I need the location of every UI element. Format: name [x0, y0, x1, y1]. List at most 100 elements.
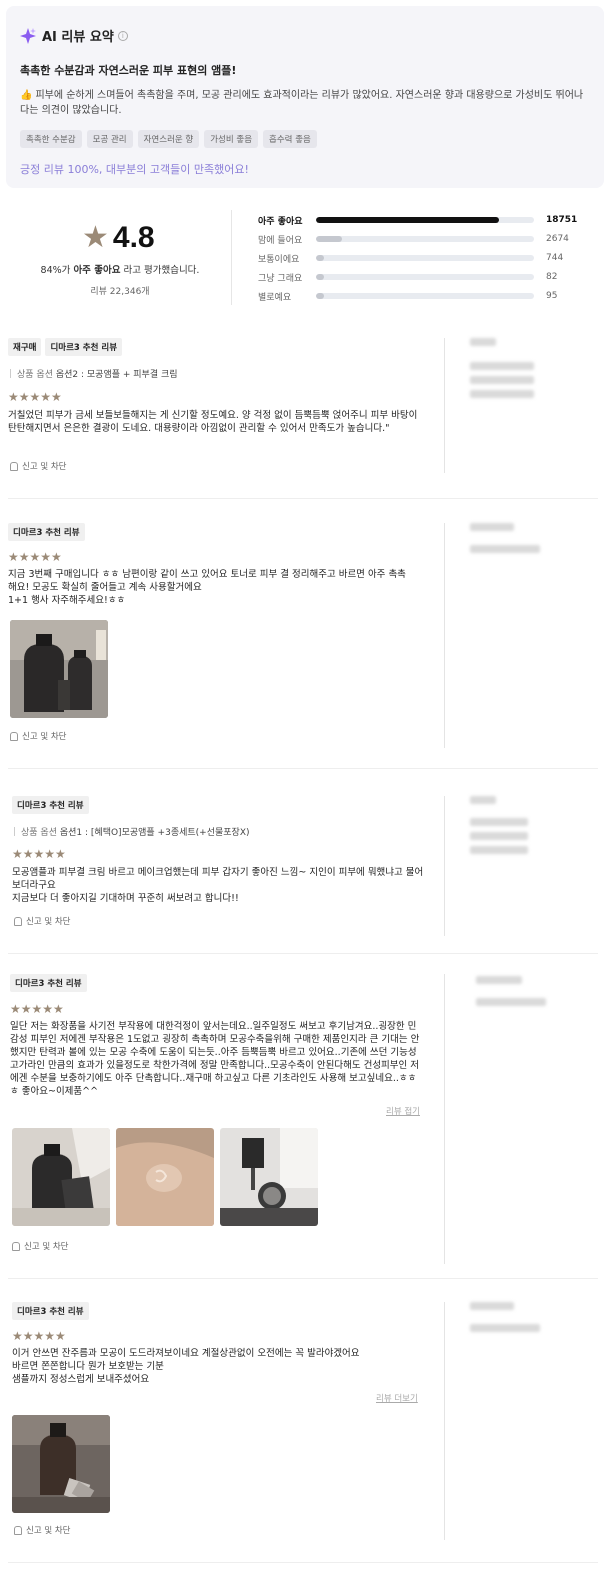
reviewer-info [470, 362, 534, 370]
review-badges: 재구매 디마르3 추천 리뷰 [8, 338, 123, 356]
review-photo[interactable] [12, 1128, 110, 1226]
report-block-button[interactable]: 신고 및 차단 [14, 915, 71, 927]
rating-row-label: 보통이에요 [258, 254, 300, 265]
skin-swatch-photo [116, 1128, 214, 1226]
review-badges: 디마르3 추천 리뷰 [12, 796, 89, 814]
review-text-line: 샘플까지 정성스럽게 보내주셨어요 [12, 1374, 150, 1385]
star-icon: ★ [82, 220, 109, 255]
rating-bar-fill [316, 293, 324, 299]
divider [8, 1562, 598, 1563]
badge-recommended: 디마르3 추천 리뷰 [45, 338, 123, 356]
review-collapse-link[interactable]: 리뷰 접기 [386, 1105, 420, 1117]
rating-row-count: 744 [546, 253, 564, 263]
review-photo[interactable] [116, 1128, 214, 1226]
review-stars: ★★★★★ [10, 1002, 64, 1016]
report-block-button[interactable]: 신고 및 차단 [10, 730, 67, 742]
review-photo[interactable] [220, 1128, 318, 1226]
rating-row-count: 95 [546, 291, 558, 301]
reviewer-info [470, 818, 528, 826]
divider [444, 523, 445, 748]
rating-row[interactable]: 보통이에요 744 [258, 251, 588, 265]
divider [444, 796, 445, 936]
rating-row-label: 맘에 들어요 [258, 235, 303, 246]
review-stars: ★★★★★ [12, 1329, 66, 1343]
review-option: 상품 옵션 옵션1 : [혜택O]모공앰플 +3종세트(+선물포장X) [14, 825, 250, 838]
rating-row-label: 그냥 그래요 [258, 273, 303, 284]
rating-row[interactable]: 그냥 그래요 82 [258, 270, 588, 284]
info-icon[interactable]: i [117, 30, 128, 41]
reviewer-name [476, 976, 522, 984]
divider [8, 953, 598, 954]
badge-recommended: 디마르3 추천 리뷰 [12, 796, 89, 814]
product-photo [12, 1128, 110, 1226]
rating-row[interactable]: 아주 좋아요 18751 [258, 213, 588, 227]
review-photo[interactable] [12, 1415, 110, 1513]
reviewer-info [470, 846, 528, 854]
review-item: 디마르3 추천 리뷰 ★★★★★ 일단 저는 화장품을 사기전 부작용에 대한걱… [0, 968, 610, 1268]
divider [444, 974, 445, 1264]
badge-recommended: 디마르3 추천 리뷰 [8, 523, 85, 541]
review-text: 일단 저는 화장품을 사기전 부작용에 대한걱정이 앞서는데요..일주일정도 써… [10, 1021, 420, 1097]
review-badges: 디마르3 추천 리뷰 [10, 974, 87, 992]
report-icon [10, 461, 18, 471]
review-badges: 디마르3 추천 리뷰 [12, 1302, 89, 1320]
report-block-button[interactable]: 신고 및 차단 [14, 1524, 71, 1536]
option-key: 상품 옵션 [21, 828, 57, 838]
badge-recommended: 디마르3 추천 리뷰 [12, 1302, 89, 1320]
review-text: 지금 3번째 구매입니다 ㅎㅎ 남편이랑 같이 쓰고 있어요 토너로 피부 결 … [8, 568, 413, 607]
keyword-tag: 촉촉한 수분감 [20, 130, 82, 148]
report-label: 신고 및 차단 [26, 917, 71, 927]
ai-summary-panel: AI 리뷰 요약 i 촉촉한 수분감과 자연스러운 피부 표현의 앰플! 👍 피부… [6, 6, 604, 188]
report-label: 신고 및 차단 [22, 732, 67, 742]
badge-recommended: 디마르3 추천 리뷰 [10, 974, 87, 992]
reviewer-name [470, 1302, 514, 1310]
review-stars: ★★★★★ [8, 390, 62, 404]
reviewer-info [470, 390, 534, 398]
product-photo [10, 620, 108, 718]
review-text-line: 1+1 행사 자주해주세요!ㅎㅎ [8, 595, 126, 606]
rating-row-count: 18751 [546, 215, 578, 225]
review-text-line: 모공앰플과 피부결 크림 바르고 메이크업했는데 피부 갑자기 좋아진 느낌~ … [12, 867, 424, 891]
thumbs-up-icon: 👍 [20, 90, 33, 101]
pct-suffix: 라고 평가했습니다. [123, 265, 200, 276]
report-block-button[interactable]: 신고 및 차단 [12, 1240, 69, 1252]
review-text: 이거 안쓰면 잔주름과 모공이 도드라져보이네요 계절상관없이 오전에는 꼭 발… [12, 1347, 424, 1386]
rating-row[interactable]: 맘에 들어요 2674 [258, 232, 588, 246]
report-block-button[interactable]: 신고 및 차단 [10, 460, 67, 472]
review-photo[interactable] [10, 620, 108, 718]
review-more-link[interactable]: 리뷰 더보기 [376, 1392, 418, 1404]
badge-repurchase: 재구매 [8, 338, 42, 356]
rating-row-count: 82 [546, 272, 558, 282]
rating-bar [316, 255, 534, 261]
review-stars: ★★★★★ [8, 550, 62, 564]
reviewer-info [476, 998, 546, 1006]
review-stars: ★★★★★ [12, 847, 66, 861]
review-text-line: 지금 3번째 구매입니다 ㅎㅎ 남편이랑 같이 쓰고 있어요 토너로 피부 결 … [8, 569, 406, 593]
dropper-photo [220, 1128, 318, 1226]
reviewer-name [470, 523, 514, 531]
keyword-tag: 자연스러운 향 [137, 130, 200, 148]
rating-bar [316, 293, 534, 299]
sparkle-icon [20, 27, 36, 44]
divider [231, 210, 232, 305]
ai-summary-title: AI 리뷰 요약 [42, 30, 114, 45]
rating-summary: ★ 4.8 84%가 아주 좋아요 라고 평가했습니다. 리뷰 22,346개 … [0, 205, 610, 315]
review-item: 디마르3 추천 리뷰 ★★★★★ 이거 안쓰면 잔주름과 모공이 도드라져보이네… [0, 1296, 610, 1546]
option-value: 옵션2 : 모공앰플 + 피부결 크림 [55, 370, 178, 380]
ai-summary-header: AI 리뷰 요약 i [20, 26, 128, 45]
report-label: 신고 및 차단 [26, 1526, 71, 1536]
average-score: ★ 4.8 [82, 221, 155, 255]
rating-bar-fill [316, 255, 324, 261]
review-text: 모공앰플과 피부결 크림 바르고 메이크업했는데 피부 갑자기 좋아진 느낌~ … [12, 866, 424, 905]
rating-row-label: 별로예요 [258, 292, 292, 303]
reviewer-name [470, 796, 496, 804]
pct-bold: 아주 좋아요 [73, 265, 121, 276]
rating-bar [316, 217, 534, 223]
report-label: 신고 및 차단 [22, 462, 67, 472]
reviewer-info [470, 376, 534, 384]
divider [444, 1302, 445, 1540]
keyword-tag: 모공 관리 [86, 130, 133, 148]
review-count: 리뷰 22,346개 [90, 287, 150, 297]
reviewer-info [470, 545, 540, 553]
rating-row[interactable]: 별로예요 95 [258, 289, 588, 303]
